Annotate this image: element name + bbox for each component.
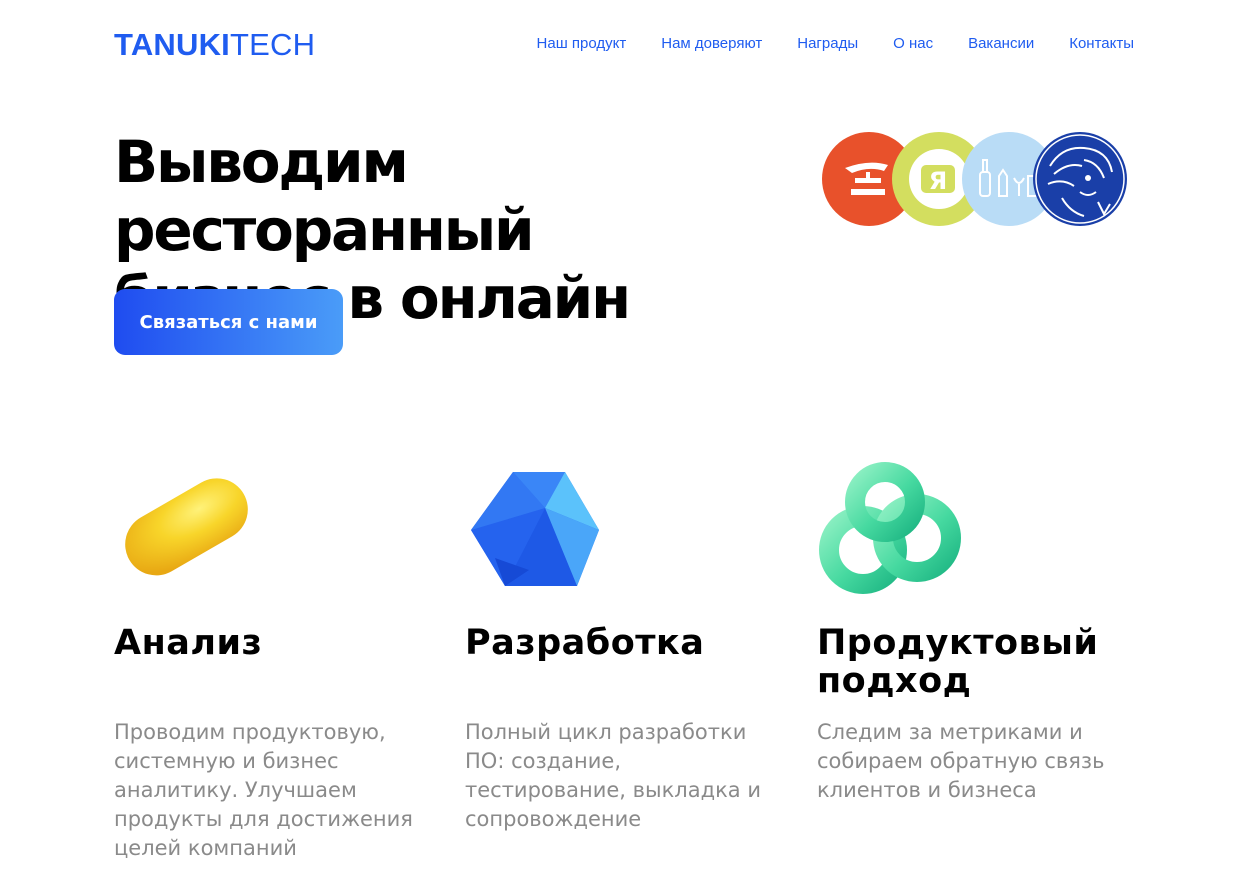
hero-title-line-1: Выводим ресторанный xyxy=(114,128,535,264)
client-logo-ya-letter: Я xyxy=(929,167,947,195)
capsule-icon xyxy=(125,478,248,576)
tanukitech-logo[interactable]: TANUKITECH xyxy=(114,28,315,62)
nav-item-vacancies[interactable]: Вакансии xyxy=(968,34,1034,54)
knot-icon xyxy=(819,462,961,594)
nav-item-product[interactable]: Наш продукт xyxy=(537,34,627,54)
feature-title-analysis: Анализ xyxy=(114,623,263,663)
icosahedron-icon xyxy=(471,472,599,586)
feature-text-analysis: Проводим продуктовую, системную и бизнес… xyxy=(114,720,413,860)
nav-item-trust[interactable]: Нам доверяют xyxy=(661,34,762,54)
feature-text-development: Полный цикл разработки ПО: создание, тес… xyxy=(465,720,761,831)
main-nav: Наш продукт Нам доверяют Награды О нас В… xyxy=(537,34,1134,54)
logo-bold-text: TANUKI xyxy=(114,27,230,62)
contact-us-button[interactable]: Связаться с нами xyxy=(114,289,343,355)
client-logo-portrait-icon xyxy=(1033,132,1127,226)
logo-light-text: TECH xyxy=(230,27,316,62)
nav-item-contacts[interactable]: Контакты xyxy=(1069,34,1134,54)
nav-item-awards[interactable]: Награды xyxy=(797,34,858,54)
nav-item-about[interactable]: О нас xyxy=(893,34,933,54)
client-logos: Я xyxy=(822,132,1127,226)
feature-title-development: Разработка xyxy=(465,623,705,663)
feature-text-product-approach: Следим за метриками и собираем обратную … xyxy=(817,720,1105,802)
site-header: TANUKITECH Наш продукт Нам доверяют Нагр… xyxy=(114,28,1134,62)
feature-title-product-approach: Продуктовый подход xyxy=(817,623,1099,701)
